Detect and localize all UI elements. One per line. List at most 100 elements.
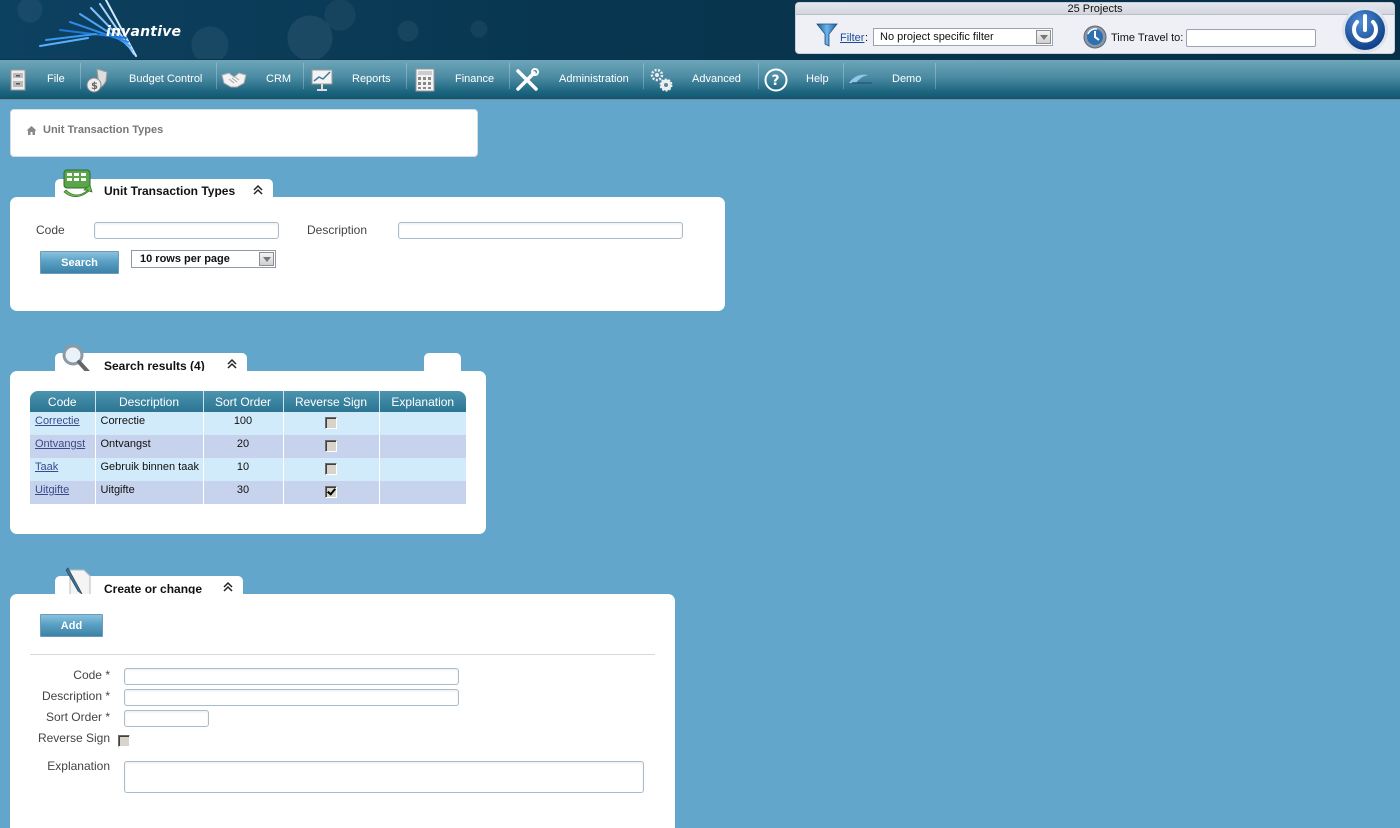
project-filter-select[interactable]: No project specific filter xyxy=(873,28,1053,46)
project-count: 25 Projects xyxy=(796,3,1394,15)
description-input[interactable] xyxy=(124,689,459,706)
table-row: Taak Gebruik binnen taak 10 xyxy=(30,458,466,481)
help-icon: ? xyxy=(764,68,788,92)
reverse-sign-checkbox[interactable] xyxy=(325,417,337,429)
code-link[interactable]: Correctie xyxy=(35,415,80,427)
cell-reverse-sign xyxy=(282,458,379,481)
reverse-sign-checkbox[interactable] xyxy=(325,486,337,498)
reverse-sign-checkbox[interactable] xyxy=(118,735,130,747)
menu-item-crm[interactable]: CRM xyxy=(217,60,303,99)
cell-code: Correctie xyxy=(30,412,95,435)
table-row: Correctie Correctie 100 xyxy=(30,412,466,435)
cell-sort-order: 10 xyxy=(202,458,283,481)
code-link[interactable]: Uitgifte xyxy=(35,484,69,496)
menu-label-administration: Administration xyxy=(559,73,629,85)
menu-label-finance: Finance xyxy=(455,73,495,85)
results-extra-tab[interactable] xyxy=(424,353,461,373)
collapse-icon[interactable] xyxy=(227,358,237,370)
filter-colon: : xyxy=(865,32,869,44)
filter-funnel-icon xyxy=(816,23,838,47)
menu-item-budget-control[interactable]: $ Budget Control xyxy=(81,60,216,99)
cell-description: Ontvangst xyxy=(94,435,203,458)
reverse-sign-label: Reverse Sign xyxy=(37,731,110,745)
cell-description: Correctie xyxy=(94,412,203,435)
time-travel-input[interactable] xyxy=(1186,29,1316,47)
explanation-label: Explanation xyxy=(47,759,110,773)
description-filter-input[interactable] xyxy=(398,222,683,239)
sort-order-input[interactable] xyxy=(124,710,209,727)
search-button[interactable]: Search xyxy=(40,251,119,274)
explanation-textarea[interactable] xyxy=(124,761,644,793)
logout-power-icon[interactable] xyxy=(1341,6,1389,54)
time-travel-label: Time Travel to: xyxy=(1111,32,1184,44)
top-header: invantive 25 Projects Filter : No projec… xyxy=(0,0,1400,59)
home-icon[interactable] xyxy=(26,125,37,136)
add-button[interactable]: Add xyxy=(40,614,103,637)
menu-item-file[interactable]: File xyxy=(0,60,80,99)
results-header-row: Code Description Sort Order Reverse Sign… xyxy=(30,391,466,412)
form-divider xyxy=(30,654,655,655)
project-filter-value: No project specific filter xyxy=(880,31,994,43)
reverse-sign-checkbox[interactable] xyxy=(325,440,337,452)
chevron-down-icon[interactable] xyxy=(259,252,274,266)
svg-text:?: ? xyxy=(772,73,780,89)
tools-icon xyxy=(516,68,539,91)
menu-label-help: Help xyxy=(806,73,829,85)
cell-reverse-sign xyxy=(282,435,379,458)
rows-per-page-select[interactable]: 10 rows per page xyxy=(131,250,276,268)
menu-item-administration[interactable]: Administration xyxy=(510,60,643,99)
menu-label-file: File xyxy=(47,73,65,85)
sort-order-label: Sort Order * xyxy=(45,710,110,724)
invantive-logo[interactable]: invantive xyxy=(36,0,181,58)
breadcrumb-current: Unit Transaction Types xyxy=(43,124,164,136)
menu-label-reports: Reports xyxy=(352,73,391,85)
code-link[interactable]: Ontvangst xyxy=(35,438,85,450)
description-label: Description * xyxy=(41,689,110,703)
menu-item-help[interactable]: ? Help xyxy=(759,60,843,99)
menu-label-advanced: Advanced xyxy=(692,73,741,85)
code-filter-input[interactable] xyxy=(94,222,279,239)
main-menu-bar: File $ Budget Control CRM Reports Financ… xyxy=(0,59,1400,100)
cell-description: Gebruik binnen taak xyxy=(94,458,203,481)
money-shield-icon: $ xyxy=(86,68,108,93)
search-criteria-panel: Code Description Search 10 rows per page xyxy=(10,197,725,311)
menu-label-demo: Demo xyxy=(892,73,922,85)
description-filter-label: Description xyxy=(307,223,368,237)
cell-sort-order: 20 xyxy=(202,435,283,458)
column-header-sort-order[interactable]: Sort Order xyxy=(202,391,283,412)
presentation-chart-icon xyxy=(311,69,333,91)
reverse-sign-checkbox[interactable] xyxy=(325,463,337,475)
code-link[interactable]: Taak xyxy=(35,461,58,473)
menu-item-reports[interactable]: Reports xyxy=(304,60,406,99)
cell-reverse-sign xyxy=(282,412,379,435)
menu-separator xyxy=(935,63,936,89)
column-header-description[interactable]: Description xyxy=(94,391,203,412)
chevron-down-icon[interactable] xyxy=(1036,30,1051,44)
column-header-code[interactable]: Code xyxy=(30,391,95,412)
table-row: Ontvangst Ontvangst 20 xyxy=(30,435,466,458)
collapse-icon[interactable] xyxy=(253,184,263,196)
column-header-explanation[interactable]: Explanation xyxy=(378,391,466,412)
cell-explanation xyxy=(378,458,466,481)
menu-item-finance[interactable]: Finance xyxy=(407,60,509,99)
menu-label-budget-control: Budget Control xyxy=(129,73,203,85)
filter-link[interactable]: Filter xyxy=(840,32,864,44)
collapse-icon[interactable] xyxy=(223,581,233,593)
cell-description: Uitgifte xyxy=(94,481,203,504)
cell-sort-order: 100 xyxy=(202,412,283,435)
cell-reverse-sign xyxy=(282,481,379,504)
menu-item-advanced[interactable]: Advanced xyxy=(644,60,758,99)
time-travel-clock-icon xyxy=(1083,25,1107,49)
code-input[interactable] xyxy=(124,668,459,685)
menu-item-demo[interactable]: Demo xyxy=(844,60,936,99)
cell-sort-order: 30 xyxy=(202,481,283,504)
demo-logo-icon xyxy=(849,74,872,84)
cell-explanation xyxy=(378,435,466,458)
column-header-reverse-sign[interactable]: Reverse Sign xyxy=(282,391,379,412)
cell-code: Ontvangst xyxy=(30,435,95,458)
gears-icon xyxy=(650,68,673,92)
cell-explanation xyxy=(378,412,466,435)
cell-code: Taak xyxy=(30,458,95,481)
handshake-icon xyxy=(221,72,247,88)
code-label: Code * xyxy=(73,668,110,682)
